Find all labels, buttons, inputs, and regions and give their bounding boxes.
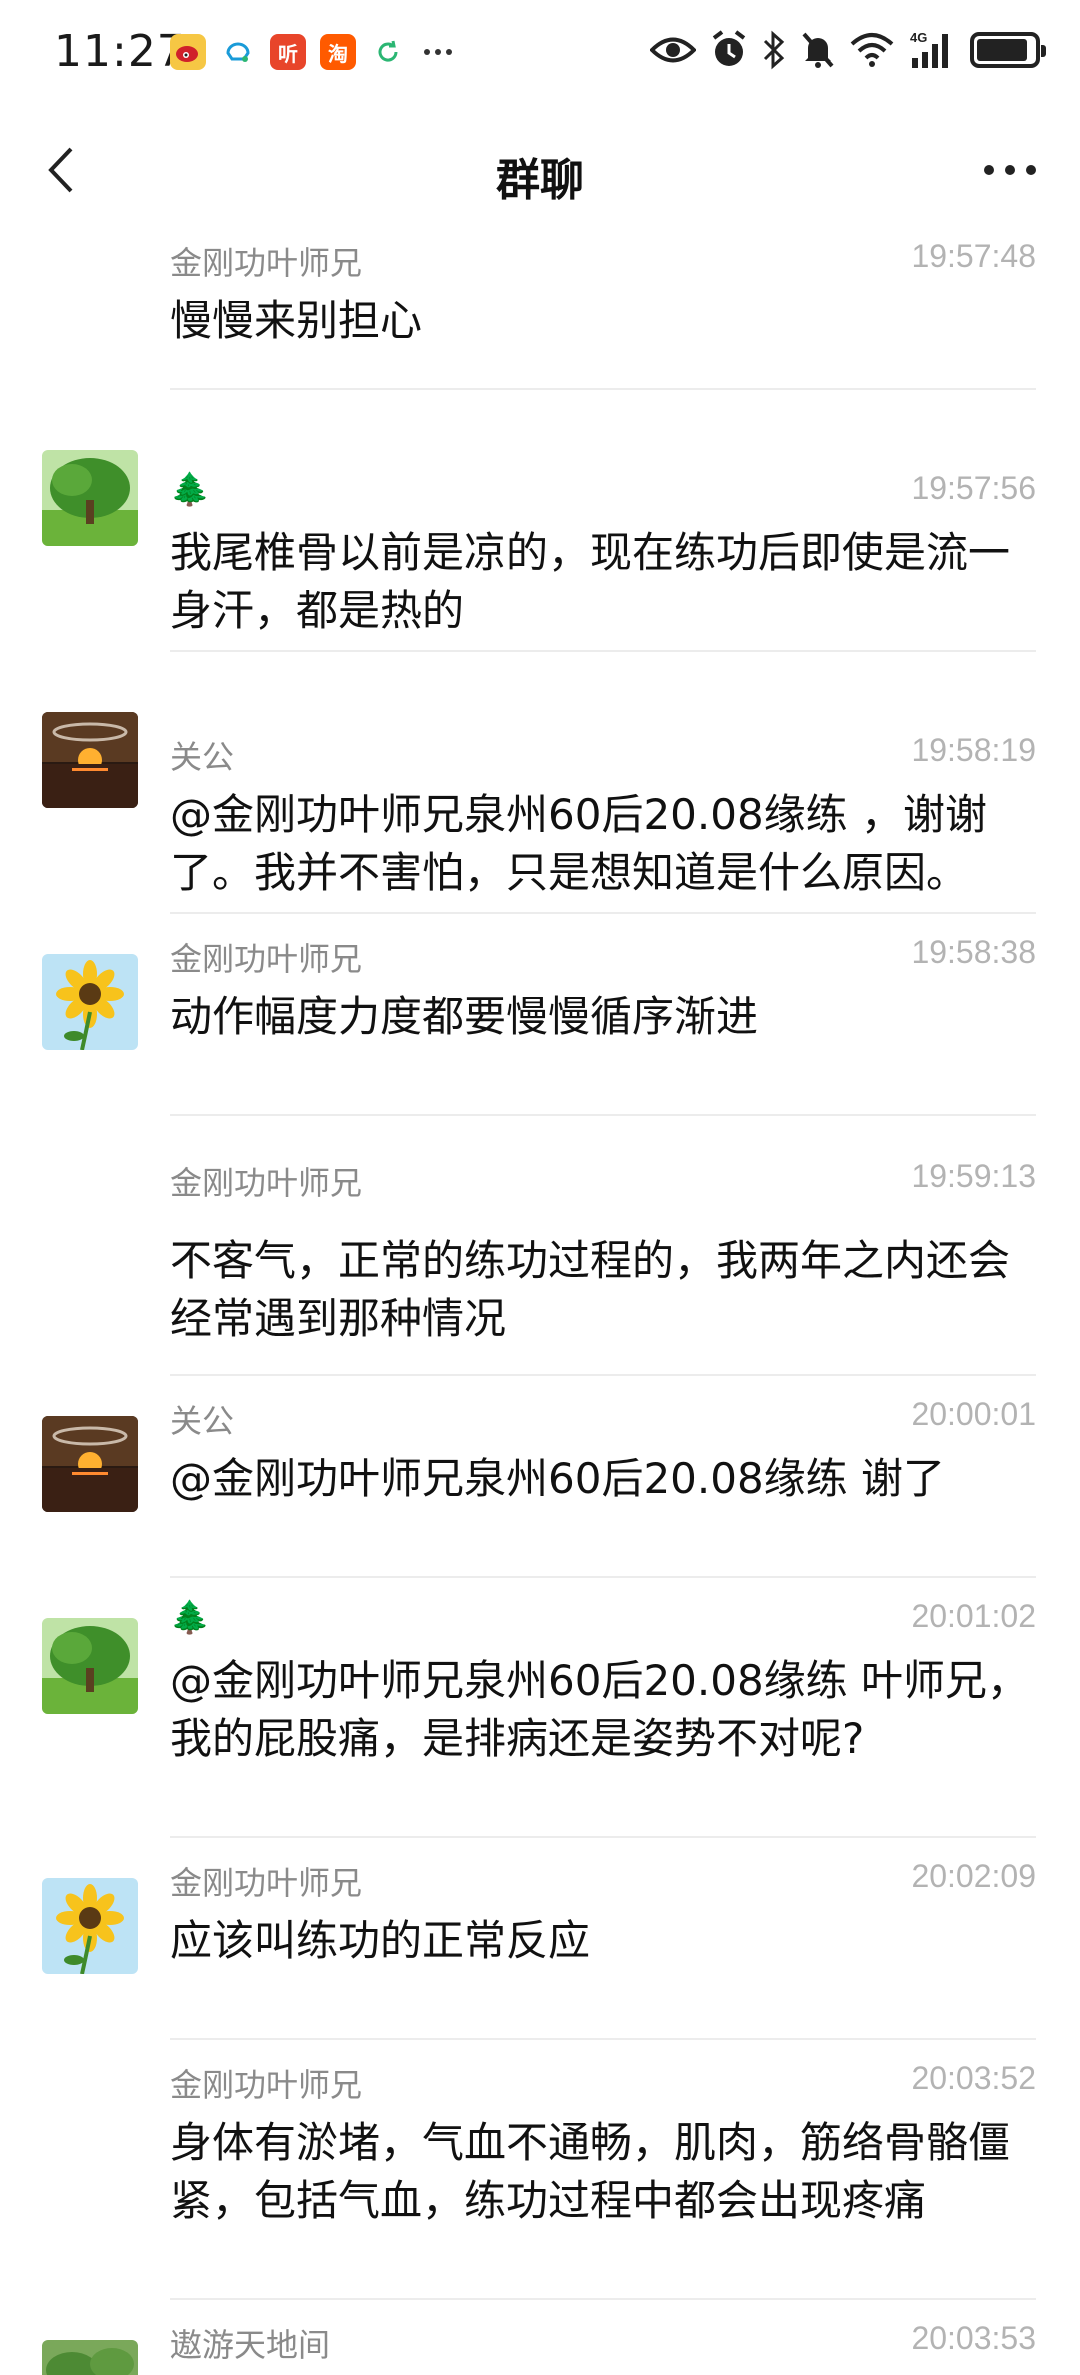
message-item[interactable]: 金刚功叶师兄 20:02:09 应该叫练功的正常反应 [0,1838,1080,2040]
sender-name: 金刚功叶师兄 [170,244,363,282]
alarm-icon [710,30,748,70]
system-icons: 4G [650,30,1046,70]
sender-name: 关公 [170,1402,235,1440]
taobao-icon: 淘 [320,34,356,70]
sender-name: 关公 [170,738,235,776]
battery-level [977,39,1027,61]
avatar[interactable] [42,450,138,546]
battery-icon [970,32,1046,68]
message-text: 身体有淤堵，气血不通畅，肌肉，筋络骨骼僵紧，包括气血，练功过程中都会出现疼痛 [170,2118,1011,2225]
title-bar: 群聊 [0,120,1080,220]
message-item[interactable]: 🌲 20:01:02 @金刚功叶师兄泉州60后20.08缘练 叶师兄，我的屁股痛… [0,1578,1080,1840]
message-time: 20:03:53 [911,2320,1036,2356]
message-item[interactable]: 关公 19:58:19 @金刚功叶师兄泉州60后20.08缘练 ，谢谢了。我并不… [0,652,1080,914]
message-time: 19:57:48 [911,238,1036,274]
avatar[interactable] [42,712,138,808]
mute-icon [800,30,836,70]
sender-name: 金刚功叶师兄 [170,1164,363,1202]
qq-icon [220,34,256,70]
sender-name: 🌲 [170,1598,210,1636]
message-time: 20:00:01 [911,1396,1036,1432]
message-time: 19:59:13 [911,1158,1036,1194]
message-time: 19:57:56 [911,470,1036,506]
message-text: 应该叫练功的正常反应 [170,1916,591,1965]
message-text: 不客气，正常的练功过程的，我两年之内还会经常遇到那种情况 [170,1236,1011,1343]
sender-name: 遨游天地间 [170,2326,331,2364]
avatar[interactable] [42,1416,138,1512]
message-text: @金刚功叶师兄泉州60后20.08缘练 谢了 [170,1454,946,1503]
message-item[interactable]: 遨游天地间 20:03:53 [0,2300,1080,2375]
more-notifications-icon [420,34,456,70]
message-text: @金刚功叶师兄泉州60后20.08缘练 叶师兄，我的屁股痛，是排病还是姿势不对呢… [170,1656,1030,1763]
avatar[interactable] [42,1878,138,1974]
message-item[interactable]: 🌲 19:57:56 我尾椎骨以前是凉的，现在练功后即使是流一身汗，都是热的 [0,390,1080,652]
page-title: 群聊 [496,155,584,206]
message-text: @金刚功叶师兄泉州60后20.08缘练 ，谢谢了。我并不害怕，只是想知道是什么原… [170,790,988,897]
more-options-button[interactable] [970,140,1050,200]
weibo-icon [170,34,206,70]
avatar[interactable] [42,2340,138,2375]
sender-name: 🌲 [170,470,210,508]
message-text: 我尾椎骨以前是凉的，现在练功后即使是流一身汗，都是热的 [170,528,1011,635]
bluetooth-icon [762,30,786,70]
status-clock: 11:27 [54,26,186,77]
message-item[interactable]: 金刚功叶师兄 19:58:38 动作幅度力度都要慢慢循序渐进 [0,914,1080,1116]
message-item[interactable]: 金刚功叶师兄 19:59:13 不客气，正常的练功过程的，我两年之内还会经常遇到… [0,1116,1080,1376]
sync-icon [370,34,406,70]
more-icon [984,165,1036,175]
avatar[interactable] [42,1618,138,1714]
avatar[interactable] [42,954,138,1050]
message-list[interactable]: 金刚功叶师兄 19:57:48 慢慢来别担心 🌲 19:57:56 我尾椎骨以前… [0,220,1080,2375]
sender-name: 金刚功叶师兄 [170,1864,363,1902]
message-time: 20:03:52 [911,2060,1036,2096]
signal-icon: 4G [908,30,956,70]
message-text: 慢慢来别担心 [170,296,423,345]
wifi-icon [850,30,894,70]
sender-name: 金刚功叶师兄 [170,2066,363,2104]
message-time: 20:02:09 [911,1858,1036,1894]
notification-icons: 听 淘 [170,34,456,70]
message-item[interactable]: 金刚功叶师兄 19:57:48 慢慢来别担心 [0,220,1080,390]
message-item[interactable]: 关公 20:00:01 @金刚功叶师兄泉州60后20.08缘练 谢了 [0,1376,1080,1578]
network-type-label: 4G [910,30,927,45]
status-bar: 11:27 听 淘 4G [0,0,1080,110]
message-time: 19:58:19 [911,732,1036,768]
message-text: 动作幅度力度都要慢慢循序渐进 [170,992,759,1041]
message-time: 19:58:38 [911,934,1036,970]
message-time: 20:01:02 [911,1598,1036,1634]
ting-icon: 听 [270,34,306,70]
sender-name: 金刚功叶师兄 [170,940,363,978]
eye-icon [650,30,696,70]
message-item[interactable]: 金刚功叶师兄 20:03:52 身体有淤堵，气血不通畅，肌肉，筋络骨骼僵紧，包括… [0,2040,1080,2302]
